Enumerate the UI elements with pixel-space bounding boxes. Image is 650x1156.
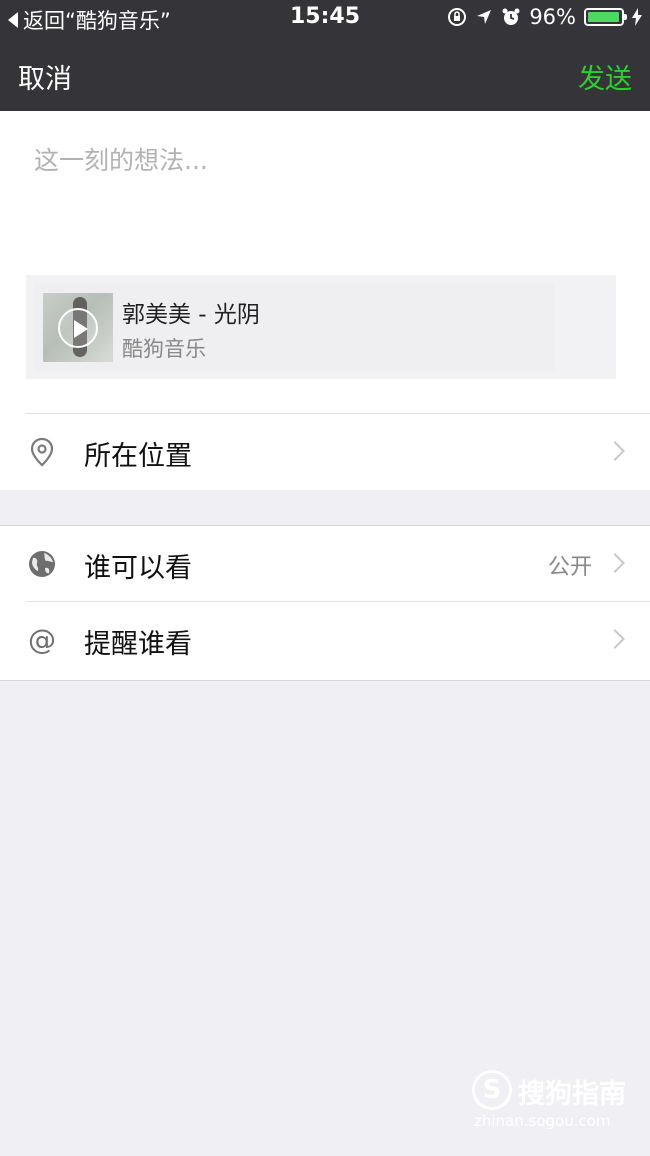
status-bar: 返回“酷狗音乐” 15:45 96% — [0, 0, 650, 36]
chevron-right-icon — [605, 629, 625, 649]
watermark-brand: 搜狗指南 — [518, 1079, 626, 1110]
music-card[interactable]: 郭美美 - 光阴 酷狗音乐 — [26, 275, 616, 379]
visibility-value: 公开 — [547, 555, 592, 580]
location-row[interactable]: 所在位置 — [0, 414, 650, 490]
sogou-logo-icon: S — [472, 1070, 512, 1110]
watermark-url: zhinan.sogou.com — [474, 1112, 611, 1130]
music-card-inner — [35, 283, 555, 371]
status-right: 96% — [447, 5, 642, 29]
battery-percent: 96% — [529, 5, 576, 29]
charging-bolt-icon — [632, 8, 642, 26]
battery-icon — [584, 8, 627, 26]
send-button[interactable]: 发送 — [578, 57, 632, 96]
location-pin-icon — [30, 437, 54, 467]
globe-icon — [29, 551, 55, 577]
at-icon: @ — [28, 624, 56, 656]
location-label: 所在位置 — [84, 441, 192, 472]
visibility-row[interactable]: 谁可以看 公开 — [0, 525, 650, 602]
mention-row[interactable]: @ 提醒谁看 — [0, 602, 650, 681]
chevron-right-icon — [605, 441, 625, 461]
mention-label: 提醒谁看 — [84, 629, 192, 660]
watermark: S 搜狗指南 zhinan.sogou.com — [472, 1066, 632, 1136]
divider — [26, 601, 650, 602]
chevron-right-icon — [605, 553, 625, 573]
song-title: 郭美美 - 光阴 — [122, 302, 260, 328]
cancel-button[interactable]: 取消 — [18, 57, 72, 96]
battery-level — [588, 12, 619, 22]
thought-input[interactable]: 这一刻的想法... — [34, 141, 208, 177]
song-source: 酷狗音乐 — [122, 337, 206, 361]
svg-text:@: @ — [28, 624, 56, 656]
alarm-icon — [502, 8, 520, 25]
location-arrow-icon — [477, 10, 492, 24]
compose-area: 这一刻的想法... 郭美美 - 光阴 酷狗音乐 所在位置 — [0, 111, 650, 490]
play-icon[interactable] — [58, 308, 98, 348]
rotation-lock-icon — [448, 8, 467, 26]
album-cover — [43, 293, 113, 362]
visibility-label: 谁可以看 — [84, 553, 192, 584]
header: 返回“酷狗音乐” 15:45 96% 取消 发送 — [0, 0, 650, 111]
